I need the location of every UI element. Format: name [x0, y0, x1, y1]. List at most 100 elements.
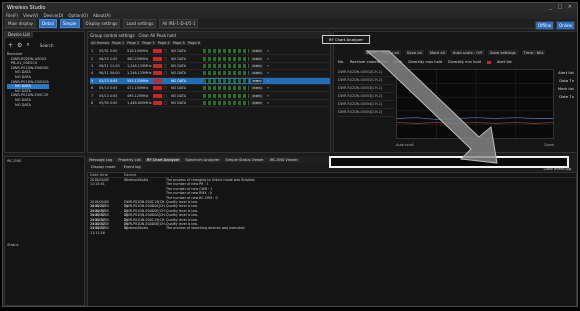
channel-item[interactable]: DWR-R02DN-00002[CH-2]: [338, 77, 394, 85]
header-alert-list: Alert list: [496, 60, 512, 64]
search-icon[interactable]: ⌕: [26, 41, 29, 49]
channel-item[interactable]: DWR-R02DN-00004[CH-2]: [338, 109, 394, 117]
tree-item[interactable]: NO DATA: [7, 103, 49, 108]
row-menu-icon[interactable]: ▾: [265, 64, 271, 68]
alert-flag: [153, 63, 162, 68]
table-row[interactable]: 4 06/11 04:00 1,246.125MHz □ NO DATA 45MHz ▾: [90, 70, 330, 78]
add-icon[interactable]: +: [8, 42, 13, 49]
auto-scroll-checkbox[interactable]: Auto scroll: [396, 143, 414, 147]
chart-toolbar-button[interactable]: Time : 60s: [521, 50, 546, 55]
row-menu-icon[interactable]: ▾: [265, 101, 271, 105]
menu-device[interactable]: Device(D): [43, 13, 63, 18]
zoom-control[interactable]: Zoom: [544, 143, 554, 147]
alert-list: Alert list Data Tx Mark list Date Tx: [558, 69, 574, 101]
channel-item[interactable]: DWR-R02DN-00004[CH-1]: [338, 101, 394, 109]
range-label: 45MHz: [251, 86, 263, 91]
row-menu-icon[interactable]: ▾: [265, 79, 271, 83]
detail-button[interactable]: Detail: [39, 19, 57, 28]
receiver-channel-list: DWR-R02DN-00002[CH-1] DWR-R02DN-00002[CH-…: [338, 69, 394, 117]
mark-date: Date Tx: [559, 94, 574, 99]
row-checkbox[interactable]: □: [164, 79, 169, 83]
row-status: NO DATA: [171, 71, 187, 76]
page-tab[interactable]: Page 1: [111, 41, 126, 45]
bottom-tabs: Message Log Property List RF Chart Analyze…: [87, 156, 331, 163]
clear-peak-hold-button[interactable]: Clear All Peak hold: [139, 33, 176, 38]
main-display-button[interactable]: Main display: [5, 19, 37, 28]
channel-item[interactable]: DWR-R02DN-00003[CH-2]: [338, 93, 394, 101]
simple-button[interactable]: Simple: [59, 19, 80, 28]
table-row[interactable]: 2 06/15 1:05 460.250MHz □ NO DATA 45MHz ▾: [90, 55, 330, 63]
menu-view[interactable]: View(V): [23, 13, 38, 18]
rf-chart-panel: Start Clear all Save all Mark all Auto scale…: [333, 31, 577, 153]
chart-toolbar-button[interactable]: Start: [364, 50, 378, 55]
page-tab[interactable]: Page 4: [156, 41, 171, 45]
bottom-tab[interactable]: RF Chart Analyzer: [144, 157, 182, 162]
row-number: 2: [91, 56, 94, 61]
row-checkbox[interactable]: □: [164, 94, 169, 98]
header-max-hold[interactable]: Diversity max hold: [408, 60, 442, 64]
table-row[interactable]: 5 05/13 0:05 555.125MHz □ NO DATA 45MHz ▾: [90, 77, 330, 85]
table-row[interactable]: 7 05/13 0:05 495.125MHz □ NO DATA 45MHz ▾: [90, 92, 330, 100]
page-tab[interactable]: Page 3: [141, 41, 156, 45]
online-button[interactable]: Online: [556, 21, 575, 30]
chart-toolbar-button[interactable]: Mark all: [427, 50, 447, 55]
row-menu-icon[interactable]: ▾: [265, 57, 271, 61]
header-no: No.: [338, 60, 344, 64]
offline-button[interactable]: Offline: [534, 21, 555, 30]
chart-toolbar-button[interactable]: Auto scale : Off: [450, 50, 484, 55]
chart-toolbar-button[interactable]: Save settings: [487, 50, 518, 55]
bottom-tab[interactable]: Property List: [116, 157, 143, 162]
table-row[interactable]: 8 05/30 0:00 1,448.000MHz □ NO DATA 45MHz ▾: [90, 100, 330, 108]
chart-toolbar-button[interactable]: Save all: [404, 50, 424, 55]
display-mode-label: Display mode: [91, 165, 116, 169]
display-mode-row: Display mode Event log: [87, 164, 331, 171]
group-control-settings-button[interactable]: Group control settings: [90, 33, 135, 38]
row-checkbox[interactable]: □: [164, 49, 169, 53]
row-checkbox[interactable]: □: [164, 101, 169, 105]
log-date: 2018/04/05 11:11:16: [90, 226, 110, 235]
row-menu-icon[interactable]: ▾: [265, 94, 271, 98]
header-min-hold[interactable]: Diversity min hold: [448, 60, 481, 64]
row-status: NO DATA: [171, 63, 187, 68]
bottom-tab[interactable]: Spectrum Analyzer: [183, 157, 222, 162]
device-list-tab[interactable]: Device List: [5, 32, 33, 38]
log-message: The process of searching devices was exe…: [166, 226, 246, 231]
row-checkbox[interactable]: □: [164, 57, 169, 61]
table-row[interactable]: 1 05/31 0:00 518.150MHz □ NO DATA 45MHz ▾: [90, 48, 330, 56]
row-menu-icon[interactable]: ▾: [265, 71, 271, 75]
row-checkbox[interactable]: □: [164, 64, 169, 68]
row-menu-icon[interactable]: ▾: [265, 86, 271, 90]
window-controls[interactable]: _ □ ✕: [549, 4, 574, 10]
bottom-tab[interactable]: IRC-ENS Viewer: [267, 157, 300, 162]
bottom-tab[interactable]: Message Log: [87, 157, 115, 162]
display-settings-button[interactable]: Display settings: [82, 19, 121, 28]
app-title: Wireless Studio: [7, 4, 46, 11]
channel-item[interactable]: DWR-R02DN-00002[CH-1]: [338, 69, 394, 77]
row-checkbox[interactable]: □: [164, 86, 169, 90]
search-label[interactable]: Search: [40, 43, 54, 48]
page-tab[interactable]: Page 5: [171, 41, 186, 45]
load-settings-button[interactable]: Load settings: [123, 19, 157, 28]
page-tab[interactable]: All frames: [90, 41, 111, 45]
menu-about[interactable]: About(A): [93, 13, 111, 18]
page-tabs: All frames Page 1 Page 2 Page 3 Page 4 Page 5…: [88, 40, 330, 46]
table-row[interactable]: 6 05/13 0:05 471.150MHz □ NO DATA 45MHz ▾: [90, 85, 330, 93]
channel-item[interactable]: DWR-R02DN-00003[CH-1]: [338, 85, 394, 93]
row-menu-icon[interactable]: ▾: [265, 49, 271, 53]
page-tab[interactable]: Page 6: [186, 41, 201, 45]
row-checkbox[interactable]: □: [164, 71, 169, 75]
range-label: 45MHz: [251, 100, 263, 105]
menu-option[interactable]: Option(O): [68, 13, 88, 18]
gear-icon[interactable]: ⚙: [17, 42, 22, 49]
row-number: 8: [91, 100, 94, 105]
chart-toolbar-button[interactable]: Clear all: [381, 50, 401, 55]
menu-file[interactable]: File(F): [6, 13, 18, 18]
range-label: 45MHz: [251, 56, 263, 61]
bottom-tab[interactable]: Simple Status Viewer: [223, 157, 266, 162]
app-window: Wireless Studio _ □ ✕ File(F) View(V) De…: [2, 2, 578, 307]
display-mode-select[interactable]: Event log: [121, 165, 143, 169]
table-row[interactable]: 3 06/11 11:00 1,248.125MHz □ NO DATA 45MHz ▾: [90, 63, 330, 71]
page-tab[interactable]: Page 2: [126, 41, 141, 45]
group-select[interactable]: All IRE-1-D-4/5-1: [159, 19, 199, 28]
range-label: 45MHz: [251, 49, 263, 54]
